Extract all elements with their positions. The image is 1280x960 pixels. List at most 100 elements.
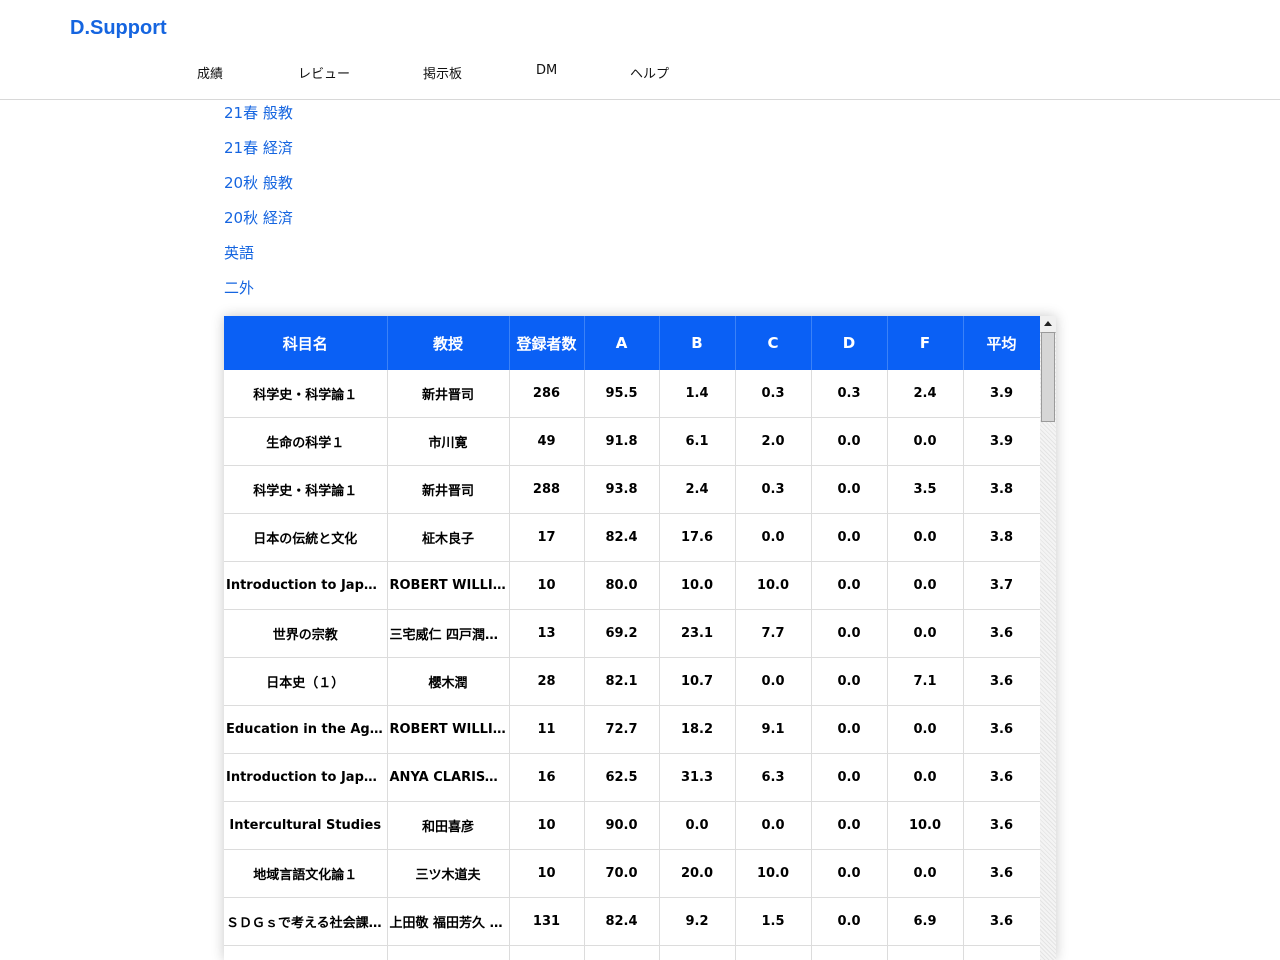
nav-review[interactable]: レビュー: [298, 63, 350, 82]
professor-cell: 新井晋司: [387, 465, 510, 514]
b-cell: 1.4: [659, 370, 736, 418]
b-cell: 10.7: [659, 657, 736, 706]
table-scrollbar[interactable]: [1040, 316, 1056, 960]
c-cell: [735, 945, 812, 960]
average-cell: 3.6: [963, 801, 1041, 850]
f-cell: 7.1: [887, 657, 964, 706]
b-cell: 20.0: [659, 849, 736, 898]
average-cell: 3.8: [963, 513, 1041, 562]
c-cell: 1.5: [735, 897, 812, 946]
b-cell: 10.0: [659, 561, 736, 610]
professor-cell: 新井晋司: [387, 370, 510, 418]
table-row[interactable]: 日本史（１） 櫻木潤 28 82.1 10.7 0.0 0.0 7.1 3.6: [224, 657, 1041, 706]
column-header-professor[interactable]: 教授: [387, 316, 510, 370]
enrolled-cell: 131: [509, 897, 585, 946]
table-row[interactable]: Introduction to Japanese...ANYA CLARISSA…: [224, 753, 1041, 802]
a-cell: 82.4: [584, 897, 660, 946]
scroll-up-arrow-icon[interactable]: [1040, 316, 1056, 333]
link-20fall-economics[interactable]: 20秋 経済: [224, 208, 293, 243]
scroll-thumb[interactable]: [1041, 332, 1055, 422]
professor-cell: ROBERT WILLIAM...: [387, 561, 510, 610]
f-cell: 6.9: [887, 897, 964, 946]
average-cell: [963, 945, 1041, 960]
column-header-f[interactable]: F: [887, 316, 964, 370]
f-cell: 3.5: [887, 465, 964, 514]
professor-cell: 上田敬 福田芳久 宮...: [387, 897, 510, 946]
enrolled-cell: 28: [509, 657, 585, 706]
nav-dm[interactable]: DM: [536, 63, 557, 78]
table-row[interactable]: 地域言語文化論１ 三ツ木道夫 10 70.0 20.0 10.0 0.0 0.0 3.6: [224, 849, 1041, 898]
b-cell: 23.1: [659, 609, 736, 658]
a-cell: 82.4: [584, 513, 660, 562]
professor-cell: ANYA CLARISSA...: [387, 753, 510, 802]
table-row[interactable]: 日本の伝統と文化 柾木良子 17 82.4 17.6 0.0 0.0 0.0 3.8: [224, 513, 1041, 562]
column-header-b[interactable]: B: [659, 316, 736, 370]
d-cell: 0.0: [811, 849, 888, 898]
f-cell: 0.0: [887, 561, 964, 610]
average-cell: 3.6: [963, 897, 1041, 946]
link-second-language[interactable]: 二外: [224, 278, 293, 313]
f-cell: 0.0: [887, 705, 964, 754]
average-cell: 3.6: [963, 609, 1041, 658]
subject-cell: Introduction to Japanese...: [224, 753, 388, 802]
b-cell: 18.2: [659, 705, 736, 754]
subject-cell: Intercultural Studies: [224, 801, 388, 850]
enrolled-cell: 286: [509, 370, 585, 418]
subject-cell: [224, 945, 388, 960]
d-cell: 0.0: [811, 609, 888, 658]
c-cell: 9.1: [735, 705, 812, 754]
professor-cell: ROBERT WILLIAM...: [387, 705, 510, 754]
d-cell: [811, 945, 888, 960]
average-cell: 3.9: [963, 370, 1041, 418]
enrolled-cell: 16: [509, 753, 585, 802]
table-row[interactable]: [224, 945, 1041, 960]
c-cell: 0.0: [735, 657, 812, 706]
nav-help[interactable]: ヘルプ: [630, 63, 669, 82]
professor-cell: [387, 945, 510, 960]
subject-cell: 地域言語文化論１: [224, 849, 388, 898]
column-header-a[interactable]: A: [584, 316, 660, 370]
column-header-average[interactable]: 平均: [963, 316, 1041, 370]
table-row[interactable]: ＳＤＧｓで考える社会課題... 上田敬 福田芳久 宮... 131 82.4 9.2 1.…: [224, 897, 1041, 946]
enrolled-cell: 288: [509, 465, 585, 514]
subject-cell: 生命の科学１: [224, 417, 388, 466]
app-logo[interactable]: D.Support: [70, 17, 167, 40]
link-21spring-general[interactable]: 21春 般教: [224, 103, 293, 138]
link-english[interactable]: 英語: [224, 243, 293, 278]
table-row[interactable]: Introduction to Japanese...ROBERT WILLIA…: [224, 561, 1041, 610]
professor-cell: 和田喜彦: [387, 801, 510, 850]
c-cell: 2.0: [735, 417, 812, 466]
d-cell: 0.0: [811, 513, 888, 562]
table-row[interactable]: 科学史・科学論１ 新井晋司 288 93.8 2.4 0.3 0.0 3.5 3.8: [224, 465, 1041, 514]
subject-cell: 科学史・科学論１: [224, 370, 388, 418]
enrolled-cell: 49: [509, 417, 585, 466]
d-cell: 0.0: [811, 417, 888, 466]
professor-cell: 柾木良子: [387, 513, 510, 562]
table-row[interactable]: 科学史・科学論１ 新井晋司 286 95.5 1.4 0.3 0.3 2.4 3.9: [224, 370, 1041, 418]
a-cell: 70.0: [584, 849, 660, 898]
app-header: D.Support 成績 レビュー 掲示板 DM ヘルプ: [0, 0, 1280, 100]
enrolled-cell: 11: [509, 705, 585, 754]
table-row[interactable]: Intercultural Studies 和田喜彦 10 90.0 0.0 0.0 0.0…: [224, 801, 1041, 850]
enrolled-cell: 10: [509, 849, 585, 898]
column-header-c[interactable]: C: [735, 316, 812, 370]
nav-grades[interactable]: 成績: [197, 63, 223, 82]
d-cell: 0.0: [811, 705, 888, 754]
professor-cell: 三宅威仁 四戸潤弥...: [387, 609, 510, 658]
column-header-enrolled[interactable]: 登録者数: [509, 316, 585, 370]
c-cell: 6.3: [735, 753, 812, 802]
column-header-subject[interactable]: 科目名: [224, 316, 388, 370]
b-cell: 6.1: [659, 417, 736, 466]
professor-cell: 櫻木潤: [387, 657, 510, 706]
table-row[interactable]: 生命の科学１ 市川寛 49 91.8 6.1 2.0 0.0 0.0 3.9: [224, 417, 1041, 466]
table-row[interactable]: Education in the Age of ...ROBERT WILLIA…: [224, 705, 1041, 754]
link-21spring-economics[interactable]: 21春 経済: [224, 138, 293, 173]
subject-cell: ＳＤＧｓで考える社会課題...: [224, 897, 388, 946]
column-header-d[interactable]: D: [811, 316, 888, 370]
nav-board[interactable]: 掲示板: [423, 63, 462, 82]
subject-cell: 日本史（１）: [224, 657, 388, 706]
table-row[interactable]: 世界の宗教 三宅威仁 四戸潤弥... 13 69.2 23.1 7.7 0.0 0.0 3.6: [224, 609, 1041, 658]
link-20fall-general[interactable]: 20秋 般教: [224, 173, 293, 208]
table-body: 科学史・科学論１ 新井晋司 286 95.5 1.4 0.3 0.3 2.4 3.9 生命の科学１…: [224, 370, 1041, 960]
d-cell: 0.0: [811, 465, 888, 514]
